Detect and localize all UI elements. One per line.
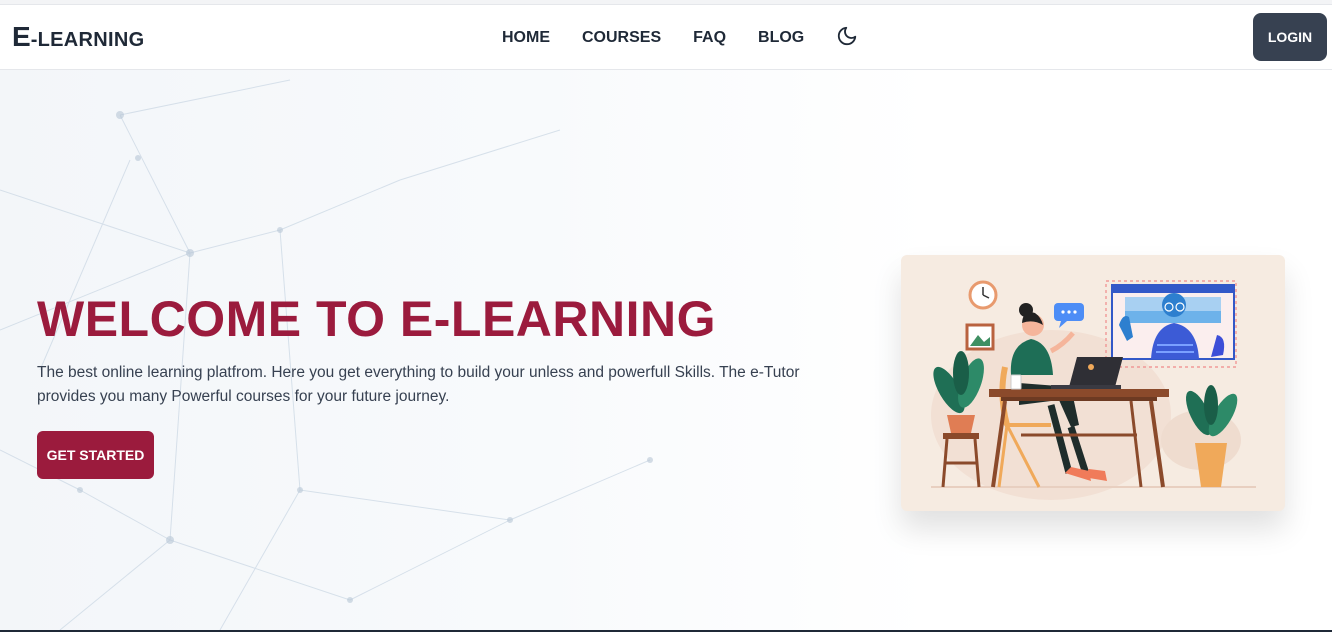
picture-frame-icon [965, 323, 995, 351]
logo-text: -LEARNING [30, 29, 145, 51]
online-learning-illustration [901, 255, 1285, 511]
illustration-art [931, 280, 1256, 500]
mug-icon [1010, 374, 1022, 390]
nav-link-courses[interactable]: COURSES [582, 29, 661, 47]
hero-title: WELCOME TO E-LEARNING [37, 291, 717, 347]
nav-link-faq[interactable]: FAQ [693, 29, 726, 47]
logo[interactable]: E -LEARNING [12, 23, 145, 52]
chat-bubble-icon [1054, 303, 1084, 328]
nav-link-blog[interactable]: BLOG [758, 29, 804, 47]
moon-icon[interactable] [836, 25, 858, 47]
hero-section: WELCOME TO E-LEARNING The best online le… [0, 70, 1332, 632]
get-started-button[interactable]: GET STARTED [37, 431, 154, 479]
navbar: E -LEARNING HOME COURSES FAQ BLOG LOGIN [0, 5, 1332, 70]
clock-icon [968, 280, 998, 310]
hero-description: The best online learning platfrom. Here … [37, 364, 800, 405]
logo-letter: E [12, 21, 31, 52]
nav-link-home[interactable]: HOME [502, 29, 550, 47]
login-button[interactable]: LOGIN [1253, 13, 1327, 61]
nav-links: HOME COURSES FAQ BLOG [502, 26, 858, 47]
network-background [0, 79, 653, 631]
video-call-window [1105, 280, 1237, 368]
